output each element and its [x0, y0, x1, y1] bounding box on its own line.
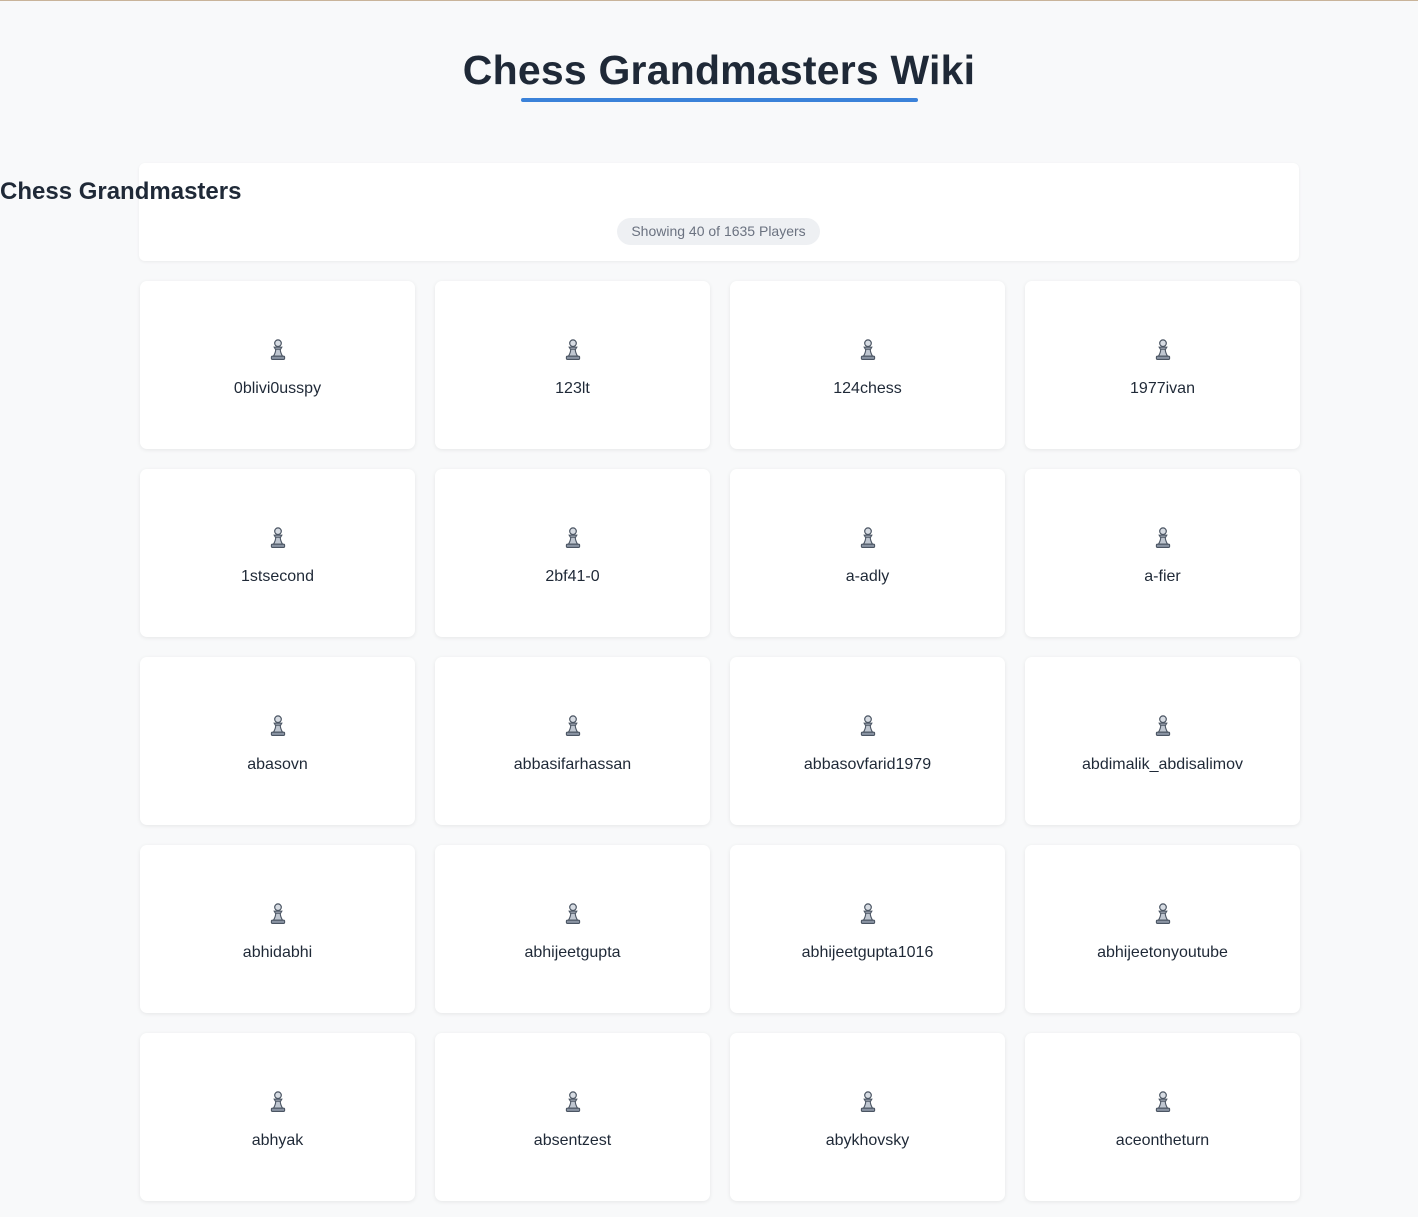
page-title: Chess Grandmasters Wiki	[462, 47, 976, 93]
chess-pawn-icon	[435, 715, 710, 737]
chess-pawn-icon	[140, 1091, 415, 1113]
player-name: abhidabhi	[242, 944, 313, 961]
chess-pawn-icon	[140, 715, 415, 737]
player-card[interactable]: abbasifarhassan	[435, 657, 710, 825]
player-card[interactable]: 0blivi0usspy	[140, 281, 415, 449]
chess-pawn-icon	[1025, 339, 1300, 361]
player-card[interactable]: 124chess	[730, 281, 1005, 449]
chess-pawn-icon	[730, 1091, 1005, 1113]
chess-pawn-icon	[730, 715, 1005, 737]
chess-pawn-icon	[1025, 1091, 1300, 1113]
player-card[interactable]: abhidabhi	[140, 845, 415, 1013]
player-card[interactable]: abasovn	[140, 657, 415, 825]
title-underline	[521, 98, 918, 102]
player-name: abbasifarhassan	[513, 756, 632, 773]
player-count-badge: Showing 40 of 1635 Players	[617, 218, 820, 245]
player-name: 1977ivan	[1130, 380, 1195, 397]
site-header: Chess Grandmasters Wiki	[0, 0, 1418, 130]
player-name: abdimalik_abdisalimov	[1082, 756, 1243, 773]
chess-pawn-icon	[140, 903, 415, 925]
player-grid: 0blivi0usspy 123lt 124chess 1977ivan 1st…	[140, 281, 1300, 1201]
chess-pawn-icon	[1025, 903, 1300, 925]
chess-pawn-icon	[140, 339, 415, 361]
player-card[interactable]: 1977ivan	[1025, 281, 1300, 449]
player-name: a-fier	[1144, 568, 1181, 585]
player-name: aceontheturn	[1115, 1132, 1210, 1149]
player-name: 123lt	[555, 380, 590, 397]
player-name: 0blivi0usspy	[233, 380, 322, 397]
player-name: abykhovsky	[825, 1132, 910, 1149]
chess-pawn-icon	[730, 527, 1005, 549]
player-name: a-adly	[845, 568, 890, 585]
player-name: abbasovfarid1979	[803, 756, 932, 773]
player-card[interactable]: abhijeetgupta1016	[730, 845, 1005, 1013]
player-card[interactable]: abdimalik_abdisalimov	[1025, 657, 1300, 825]
chess-pawn-icon	[1025, 715, 1300, 737]
player-card[interactable]: abbasovfarid1979	[730, 657, 1005, 825]
chess-pawn-icon	[435, 903, 710, 925]
player-card[interactable]: abhijeetgupta	[435, 845, 710, 1013]
player-name: absentzest	[533, 1132, 612, 1149]
player-card[interactable]: absentzest	[435, 1033, 710, 1201]
player-name: abasovn	[247, 756, 308, 773]
player-name: 2bf41-0	[545, 568, 600, 585]
player-card[interactable]: 1stsecond	[140, 469, 415, 637]
player-name: abhijeetonyoutube	[1097, 944, 1228, 961]
player-name: abhijeetgupta1016	[801, 944, 934, 961]
chess-pawn-icon	[1025, 527, 1300, 549]
player-card[interactable]: aceontheturn	[1025, 1033, 1300, 1201]
chess-pawn-icon	[435, 1091, 710, 1113]
chess-pawn-icon	[435, 527, 710, 549]
section-title: Chess Grandmasters	[0, 178, 242, 205]
chess-pawn-icon	[730, 339, 1005, 361]
player-name: 1stsecond	[241, 568, 314, 585]
chess-pawn-icon	[730, 903, 1005, 925]
player-card[interactable]: a-fier	[1025, 469, 1300, 637]
player-name: abhyak	[251, 1132, 304, 1149]
player-card[interactable]: 123lt	[435, 281, 710, 449]
player-name: 124chess	[833, 380, 902, 397]
player-card[interactable]: a-adly	[730, 469, 1005, 637]
player-card[interactable]: abhyak	[140, 1033, 415, 1201]
player-card[interactable]: 2bf41-0	[435, 469, 710, 637]
player-card[interactable]: abykhovsky	[730, 1033, 1005, 1201]
chess-pawn-icon	[140, 527, 415, 549]
player-card[interactable]: abhijeetonyoutube	[1025, 845, 1300, 1013]
player-name: abhijeetgupta	[524, 944, 621, 961]
chess-pawn-icon	[435, 339, 710, 361]
